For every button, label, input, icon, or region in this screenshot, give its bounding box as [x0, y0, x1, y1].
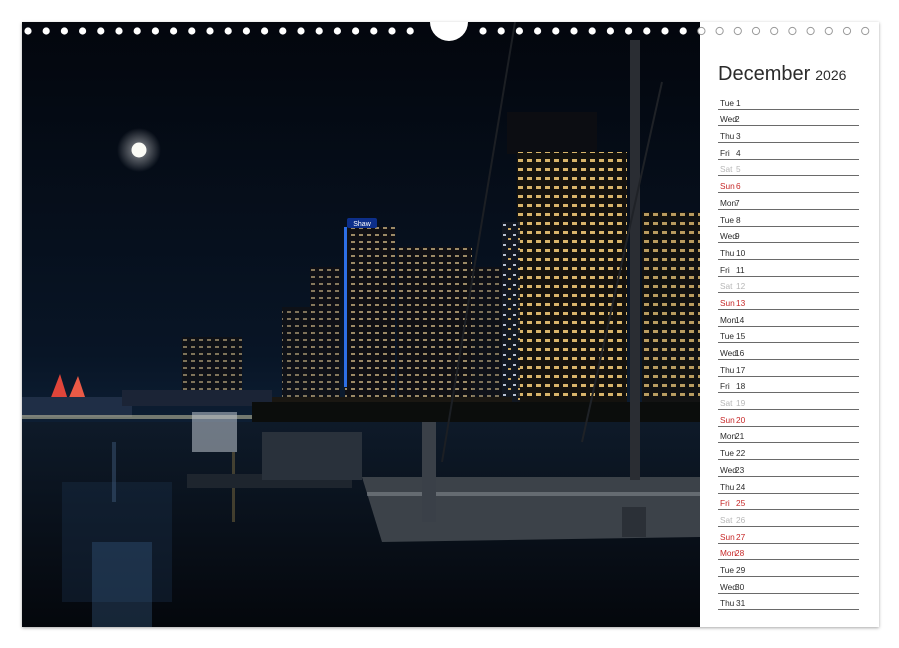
day-number: 22 [736, 448, 746, 459]
day-number: 31 [736, 598, 746, 609]
calendar-day-row: Wed 30 [718, 577, 859, 594]
calendar-day-row: Fri 4 [718, 143, 859, 160]
day-of-week: Sat [720, 398, 733, 409]
calendar-day-row: Thu 31 [718, 594, 859, 611]
day-of-week: Thu [720, 247, 735, 258]
day-number: 20 [736, 414, 746, 425]
day-number: 1 [736, 97, 741, 108]
shaw-sign-text: Shaw [353, 221, 371, 228]
day-number: 21 [735, 431, 745, 442]
day-number: 14 [735, 314, 745, 325]
day-number: 16 [735, 348, 745, 358]
calendar-panel: December 2026 Tue 1 Wed 2 Thu 3 Fri 4 Sat 5 Sun 6 Mon… [700, 22, 879, 627]
calendar-day-row: Wed 2 [718, 110, 859, 127]
calendar-day-row: Sat 5 [718, 160, 859, 177]
day-of-week: Mon [720, 431, 737, 442]
day-number: 12 [736, 281, 746, 292]
calendar-day-row: Thu 3 [718, 126, 859, 144]
night-harbor-photo: Shaw [22, 22, 700, 627]
day-of-week: Tue [720, 564, 734, 575]
day-list: Tue 1 Wed 2 Thu 3 Fri 4 Sat 5 Sun 6 Mon 7 Tue 8 Wed 9 Thu 1… [718, 93, 859, 611]
day-number: 8 [736, 214, 741, 225]
calendar-day-row: Mon 28 [718, 544, 859, 561]
day-number: 29 [736, 564, 746, 575]
moon [131, 142, 147, 158]
calendar-day-row: Wed 23 [718, 460, 859, 477]
day-of-week: Thu [720, 481, 735, 492]
calendar-day-row: Thu 24 [718, 477, 859, 494]
calendar-day-row: Fri 18 [718, 377, 859, 394]
day-of-week: Sun [720, 531, 735, 542]
calendar-day-row: Tue 29 [718, 560, 859, 577]
day-number: 28 [735, 548, 745, 559]
day-of-week: Sat [720, 164, 733, 175]
calendar-day-row: Tue 15 [718, 327, 859, 344]
year-label: 2026 [815, 67, 847, 83]
calendar-day-row: Tue 8 [718, 210, 859, 227]
day-number: 18 [736, 381, 746, 392]
day-of-week: Tue [720, 214, 734, 225]
day-number: 9 [735, 231, 740, 242]
calendar-day-row: Sat 12 [718, 277, 859, 294]
day-number: 25 [736, 498, 746, 509]
day-of-week: Tue [720, 448, 734, 459]
day-number: 19 [736, 398, 746, 409]
calendar-day-row: Mon 7 [718, 193, 859, 210]
day-of-week: Mon [720, 548, 737, 559]
day-number: 4 [736, 147, 741, 158]
calendar-day-row: Sun 13 [718, 293, 859, 310]
day-of-week: Mon [720, 197, 737, 208]
day-number: 23 [735, 464, 745, 475]
calendar-day-row: Fri 11 [718, 260, 859, 277]
calendar-day-row: Tue 1 [718, 93, 859, 110]
day-of-week: Tue [720, 97, 734, 108]
calendar-day-row: Thu 10 [718, 243, 859, 260]
calendar-day-row: Sun 6 [718, 176, 859, 194]
calendar-day-row: Sun 27 [718, 527, 859, 544]
day-number: 13 [736, 297, 746, 308]
city-night-scene: Shaw [22, 22, 700, 627]
day-of-week: Mon [720, 314, 737, 325]
day-of-week: Fri [720, 264, 730, 275]
day-number: 15 [736, 331, 746, 342]
day-of-week: Sun [720, 414, 735, 425]
calendar-day-row: Thu 17 [718, 360, 859, 377]
calendar-day-row: Tue 22 [718, 443, 859, 461]
day-number: 7 [735, 197, 740, 208]
calendar-day-row: Mon 14 [718, 310, 859, 327]
day-number: 17 [736, 364, 746, 375]
calendar-day-row: Fri 25 [718, 494, 859, 511]
day-number: 30 [735, 581, 745, 592]
month-name: December [718, 63, 811, 85]
day-number: 26 [736, 514, 746, 525]
day-of-week: Thu [720, 598, 735, 609]
day-number: 6 [736, 181, 741, 192]
day-of-week: Fri [720, 381, 730, 392]
calendar-day-row: Sat 19 [718, 393, 859, 411]
day-number: 11 [736, 264, 745, 275]
day-of-week: Thu [720, 364, 735, 375]
calendar-day-row: Wed 16 [718, 343, 859, 360]
day-of-week: Thu [720, 131, 735, 142]
month-title: December 2026 [718, 63, 846, 86]
day-number: 2 [735, 114, 740, 125]
day-of-week: Sun [720, 181, 735, 192]
day-of-week: Tue [720, 331, 734, 342]
day-number: 27 [736, 531, 746, 542]
day-number: 3 [736, 131, 741, 142]
calendar-day-row: Sat 26 [718, 510, 859, 527]
calendar-day-row: Wed 9 [718, 227, 859, 244]
day-number: 24 [736, 481, 746, 492]
day-of-week: Sat [720, 514, 733, 525]
day-number: 5 [736, 164, 741, 175]
calendar-day-row: Mon 21 [718, 427, 859, 444]
day-of-week: Sun [720, 297, 735, 308]
day-of-week: Fri [720, 498, 730, 509]
calendar-page: Shaw December 2026 Tue 1 Wed 2 Thu 3 Fri… [22, 22, 879, 627]
day-of-week: Sat [720, 281, 733, 292]
day-of-week: Fri [720, 147, 730, 158]
day-number: 10 [736, 247, 746, 258]
calendar-day-row: Sun 20 [718, 410, 859, 427]
